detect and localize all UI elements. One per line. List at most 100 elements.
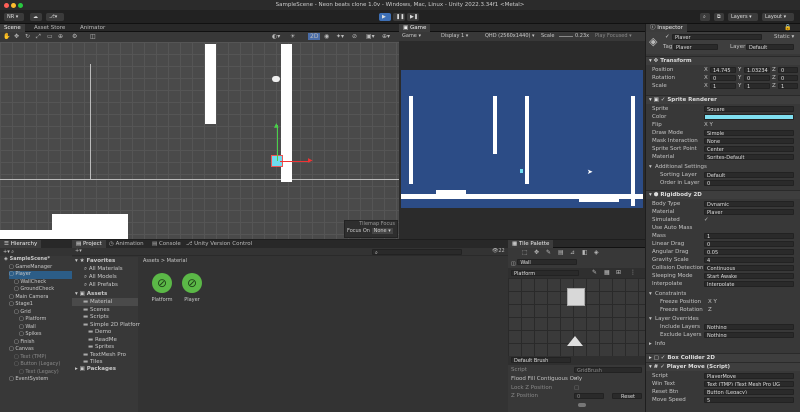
tab-animation[interactable]: ◷ Animation — [105, 240, 148, 248]
scale-x-field[interactable]: 1 — [710, 83, 736, 89]
lock-z-checkbox[interactable]: ▢ — [574, 384, 579, 392]
collision-detection-field[interactable]: Continuous — [704, 265, 794, 271]
scrollbar-handle[interactable] — [578, 403, 586, 407]
assets-header[interactable]: ▾ ▣ Assets — [72, 290, 138, 298]
tab-project[interactable]: ▤ Project — [72, 240, 106, 248]
tab-hierarchy[interactable]: ☰ Hierarchy — [0, 240, 42, 248]
tab-game[interactable]: ▣ Game — [399, 24, 431, 32]
rotation-z-field[interactable]: 0 — [778, 75, 798, 81]
body-type-field[interactable]: Dynamic — [704, 201, 794, 207]
scene-viewport[interactable]: ▲ ▶ Tilemap Focus Focus On None ▾ — [0, 42, 399, 239]
maximize-window-button[interactable] — [18, 3, 23, 8]
hierarchy-item[interactable]: ◈ SampleScene* — [4, 256, 50, 264]
hierarchy-item[interactable]: ▢ Main Camera — [9, 294, 48, 302]
hierarchy-item[interactable]: ▢ Stage1 — [9, 301, 33, 309]
scale-slider[interactable] — [559, 36, 573, 37]
hierarchy-item[interactable]: ▢ Platform — [19, 316, 46, 324]
layers-icon[interactable]: ⧉ — [714, 13, 724, 21]
tab-console[interactable]: ▤ Console — [148, 240, 185, 248]
layout-dropdown[interactable]: Layout ▾ — [762, 13, 794, 21]
gizmos-icon[interactable]: ⊕▾ — [382, 33, 390, 40]
gravity-scale-field[interactable]: 4 — [704, 257, 794, 263]
effects-icon[interactable]: ✦▾ — [336, 33, 344, 40]
scale-y-field[interactable]: 1 — [744, 83, 770, 89]
info-row[interactable]: ▸ Info — [646, 340, 800, 348]
tag-dropdown[interactable]: Player — [673, 44, 718, 50]
transform-tool-icon[interactable]: ⊕ — [58, 33, 63, 40]
favorite-item[interactable]: ⌕ All Materials — [72, 265, 123, 273]
version-control-button[interactable]: ⎇▾ — [46, 13, 64, 21]
minimize-window-button[interactable] — [11, 3, 16, 8]
layer-dropdown[interactable]: Default — [746, 44, 794, 50]
freeze-position-toggles[interactable]: X Y — [708, 298, 717, 306]
gizmo-toggle-icon[interactable]: ⊞ — [616, 269, 621, 276]
box-fill-icon[interactable]: ▤ — [558, 249, 564, 256]
active-checkbox[interactable]: ✓ — [665, 34, 670, 40]
move-tile-icon[interactable]: ✥ — [534, 249, 539, 256]
flip-field[interactable]: X Y — [704, 121, 713, 129]
box-collider-header[interactable]: ▸ ▢ ✓ Box Collider 2D — [646, 353, 800, 362]
include-layers-dropdown[interactable]: Nothing — [704, 324, 794, 330]
custom-tool-icon[interactable]: ⚙ — [72, 33, 77, 40]
win-text-field[interactable]: Text (TMP) (Text Mesh Pro UG — [704, 381, 794, 387]
project-add-icon[interactable]: +▾ — [75, 248, 82, 254]
hand-tool-icon[interactable]: ✋ — [3, 33, 10, 40]
hierarchy-item[interactable]: ▢ Wall — [19, 324, 36, 332]
tab-scene[interactable]: Scene — [0, 24, 25, 32]
sprite-field[interactable]: Square — [704, 106, 794, 112]
move-speed-field[interactable]: 5 — [704, 397, 794, 403]
move-tool-icon[interactable]: ✥ — [14, 33, 19, 40]
position-x-field[interactable]: 14.745 — [710, 67, 736, 73]
material-field[interactable]: Player — [704, 209, 794, 215]
mass-field[interactable]: 1 — [704, 233, 794, 239]
layer-overrides-row[interactable]: ▾ Layer Overrides — [646, 315, 800, 323]
close-window-button[interactable] — [4, 3, 9, 8]
exclude-layers-dropdown[interactable]: Nothing — [704, 332, 794, 338]
hierarchy-item[interactable]: ▢ Finish — [14, 339, 35, 347]
tab-asset-store[interactable]: Asset Store — [30, 24, 69, 32]
layers-dropdown[interactable]: Layers ▾ — [728, 13, 758, 21]
hierarchy-item[interactable]: ▢ Text (Legacy) — [19, 369, 59, 377]
reset-btn-field[interactable]: Button (Legacy) — [704, 389, 794, 395]
hierarchy-item[interactable]: ▢ Player — [9, 271, 72, 279]
project-search-input[interactable]: ⌕ — [372, 249, 462, 255]
hierarchy-item[interactable]: ▢ GameManager — [9, 264, 52, 272]
select-tool-icon[interactable]: ⬚ — [522, 249, 528, 256]
spike-tile-swatch[interactable] — [567, 336, 583, 346]
search-icon[interactable]: ⌕ — [700, 13, 710, 21]
tab-animator[interactable]: Animator — [76, 24, 109, 32]
active-tilemap-dropdown[interactable]: ◫ Wall — [511, 259, 578, 267]
audio-icon[interactable]: ◉ — [324, 33, 329, 40]
pause-button[interactable]: ❚❚ — [393, 13, 405, 21]
sorting-layer-dropdown[interactable]: Default — [704, 172, 794, 178]
material-field[interactable]: Sprites-Default — [704, 154, 794, 160]
flood-fill-checkbox[interactable]: ✓ — [574, 375, 579, 383]
brush-dropdown[interactable]: Default Brush — [511, 357, 571, 363]
edit-palette-icon[interactable]: ✎ — [592, 269, 597, 276]
x-axis-handle[interactable] — [280, 161, 310, 162]
rect-tool-icon[interactable]: ▭ — [47, 33, 53, 40]
interpolate-field[interactable]: Interpolate — [704, 281, 794, 287]
y-arrow-icon[interactable]: ▲ — [274, 122, 279, 129]
freeze-rotation-toggle[interactable]: Z — [708, 306, 712, 314]
y-axis-handle[interactable] — [277, 125, 278, 161]
rotation-y-field[interactable]: 0 — [744, 75, 770, 81]
scale-z-field[interactable]: 1 — [778, 83, 798, 89]
2d-toggle-icon[interactable]: 2D — [308, 33, 321, 40]
sprite-sort-point-field[interactable]: Center — [704, 146, 794, 152]
tab-tile-palette[interactable]: ▦ Tile Palette — [508, 240, 554, 248]
asset-tile-player[interactable]: ⊘ Player — [180, 273, 204, 303]
rigidbody-header[interactable]: ▾ ⬢ Rigidbody 2D — [646, 190, 800, 199]
packages-header[interactable]: ▸ ▣ Packages — [72, 365, 138, 373]
hierarchy-item[interactable]: ▢ EventSystem — [9, 376, 48, 384]
palette-settings-icon[interactable]: ⋮ — [630, 269, 636, 276]
lighting-icon[interactable]: ☀ — [290, 33, 295, 40]
focus-dropdown[interactable]: None ▾ — [371, 228, 393, 234]
simulated-field[interactable]: ✓ — [704, 216, 709, 224]
fill-icon[interactable]: ◈ — [594, 249, 599, 256]
reset-button[interactable]: Reset — [612, 393, 642, 399]
hierarchy-item[interactable]: ▢ WallCheck — [14, 279, 46, 287]
hierarchy-item[interactable]: ▢ Text (TMP) — [14, 354, 46, 362]
order-field[interactable]: 0 — [704, 180, 794, 186]
transform-header[interactable]: ▾ ✥ Transform — [646, 56, 800, 65]
